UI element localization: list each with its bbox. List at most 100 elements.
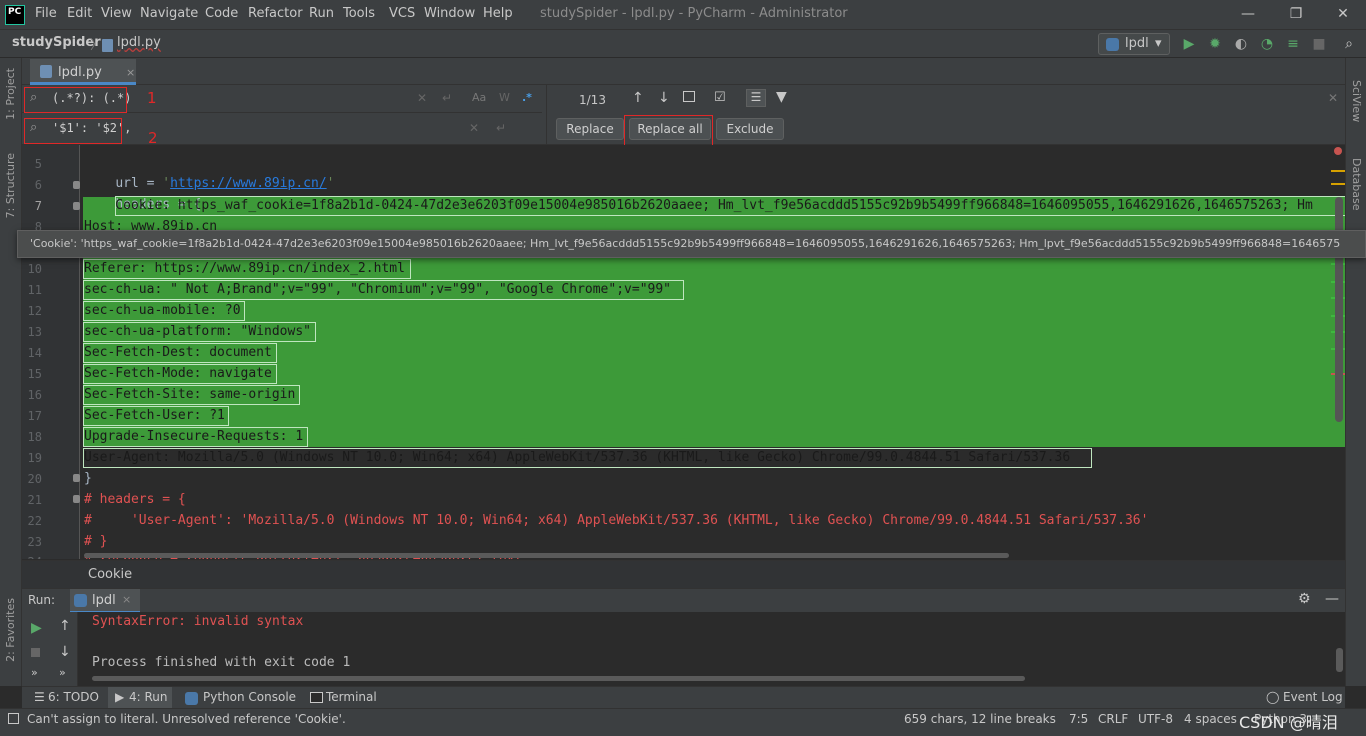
- more-icon[interactable]: »: [59, 666, 66, 679]
- breadcrumb-project[interactable]: studySpider: [12, 35, 101, 50]
- fold-marker-icon[interactable]: [73, 474, 80, 482]
- todo-tool-button[interactable]: 6: TODO: [48, 690, 99, 704]
- run-config-name: lpdl: [1125, 36, 1149, 51]
- code-editor[interactable]: 5 6 7 8 10 11 12 13 14 15 16 17 18 19 20…: [22, 145, 1345, 559]
- python-icon: [74, 594, 87, 607]
- fold-marker-icon[interactable]: [73, 495, 80, 503]
- editor-breadcrumb-item[interactable]: Cookie: [88, 567, 132, 582]
- menu-code[interactable]: Code: [205, 6, 238, 21]
- close-window-button[interactable]: ✕: [1323, 3, 1363, 25]
- menu-refactor[interactable]: Refactor: [248, 6, 303, 21]
- editor-breadcrumb-bar: Cookie: [22, 560, 1345, 588]
- python-console-tool-button[interactable]: Python Console: [203, 690, 296, 704]
- console-error-line: SyntaxError: invalid syntax: [92, 614, 304, 629]
- previous-occurrence-icon[interactable]: ↑: [632, 90, 644, 106]
- terminal-tool-button[interactable]: Terminal: [326, 690, 377, 704]
- editor-tab-bar: lpdl.py ×: [22, 58, 1345, 85]
- close-tab-icon[interactable]: ×: [126, 66, 135, 79]
- status-line-separator[interactable]: CRLF: [1098, 712, 1128, 726]
- favorites-tool-button[interactable]: 2: Favorites: [4, 598, 17, 662]
- status-caret-position[interactable]: 7:5: [1069, 712, 1088, 726]
- search-everywhere-icon[interactable]: ⌕: [1341, 36, 1357, 52]
- concurrency-icon[interactable]: ≡: [1285, 36, 1301, 52]
- filter-icon[interactable]: ▼: [776, 89, 787, 105]
- terminal-icon: [310, 692, 323, 703]
- tool-windows-toggle-icon[interactable]: [8, 713, 19, 724]
- match-box: [83, 322, 316, 342]
- console-scrollbar[interactable]: [1336, 648, 1343, 672]
- match-box: [115, 196, 1345, 216]
- event-log-tool-button[interactable]: Event Log: [1283, 690, 1343, 704]
- new-line-icon[interactable]: ↵: [496, 121, 506, 135]
- settings-gear-icon[interactable]: ⚙: [1298, 591, 1311, 607]
- maximize-button[interactable]: ❐: [1276, 3, 1316, 25]
- breadcrumb-file[interactable]: lpdl.py: [117, 35, 161, 50]
- close-find-icon[interactable]: ✕: [1328, 91, 1338, 105]
- stop-icon[interactable]: [31, 648, 40, 657]
- run-tab-label: lpdl: [92, 593, 116, 608]
- rerun-icon[interactable]: ▶: [31, 620, 42, 636]
- line-number: 21: [27, 493, 42, 507]
- error-indicator-icon[interactable]: [1334, 147, 1342, 155]
- menu-run[interactable]: Run: [309, 6, 334, 21]
- select-all-occurrences-icon[interactable]: [683, 91, 695, 102]
- console-horizontal-scrollbar[interactable]: [92, 676, 1025, 681]
- menu-vcs[interactable]: VCS: [389, 6, 415, 21]
- horizontal-scrollbar[interactable]: [84, 553, 1009, 558]
- minimize-button[interactable]: —: [1228, 3, 1268, 25]
- run-console[interactable]: ▶ ↑ ↓ » » SyntaxError: invalid syntax Pr…: [22, 612, 1345, 686]
- editor-tab-lpdl[interactable]: lpdl.py ×: [30, 59, 136, 85]
- menu-edit[interactable]: Edit: [67, 6, 92, 21]
- warning-mark[interactable]: [1331, 170, 1345, 172]
- clear-replace-icon[interactable]: ✕: [469, 121, 479, 135]
- exclude-button[interactable]: Exclude: [716, 118, 784, 140]
- project-tool-button[interactable]: 1: Project: [4, 68, 17, 120]
- right-tool-strip: SciView Database: [1345, 58, 1366, 686]
- run-tab-lpdl[interactable]: lpdl ×: [70, 589, 140, 613]
- sciview-tool-button[interactable]: SciView: [1350, 80, 1363, 122]
- menu-help[interactable]: Help: [483, 6, 513, 21]
- filter-search-icon[interactable]: ☑: [714, 90, 726, 105]
- structure-tool-button[interactable]: 7: Structure: [4, 153, 17, 218]
- database-tool-button[interactable]: Database: [1350, 158, 1363, 211]
- more-icon[interactable]: »: [31, 666, 38, 679]
- match-box: [83, 343, 277, 363]
- chevron-down-icon: ▾: [1155, 36, 1162, 51]
- line-number: 23: [27, 535, 42, 549]
- minimize-panel-icon[interactable]: —: [1325, 591, 1339, 607]
- close-tab-icon[interactable]: ×: [122, 593, 131, 606]
- match-count: 1/13: [579, 93, 606, 107]
- menu-navigate[interactable]: Navigate: [140, 6, 198, 21]
- editor-tab-label: lpdl.py: [58, 65, 102, 80]
- regex-toggle[interactable]: .*: [522, 91, 532, 104]
- status-indent[interactable]: 4 spaces: [1184, 712, 1237, 726]
- replace-button[interactable]: Replace: [556, 118, 624, 140]
- menu-view[interactable]: View: [101, 6, 132, 21]
- fold-marker-icon[interactable]: [73, 181, 80, 189]
- coverage-icon[interactable]: ◐: [1233, 36, 1249, 52]
- line-number: 16: [27, 388, 42, 402]
- whole-words-toggle[interactable]: W: [499, 91, 510, 104]
- next-occurrence-icon[interactable]: ↓: [658, 90, 670, 106]
- menu-file[interactable]: File: [35, 6, 57, 21]
- in-selection-toggle[interactable]: ☰: [746, 89, 766, 107]
- error-stripe[interactable]: [1331, 145, 1345, 559]
- clear-search-icon[interactable]: ✕: [417, 91, 427, 105]
- stop-icon[interactable]: ■: [1311, 36, 1327, 52]
- code-token: ': [326, 176, 335, 191]
- match-box: [83, 364, 277, 384]
- menu-window[interactable]: Window: [424, 6, 475, 21]
- status-encoding[interactable]: UTF-8: [1138, 712, 1173, 726]
- new-line-icon[interactable]: ↵: [442, 91, 452, 105]
- debug-icon[interactable]: ✹: [1207, 36, 1223, 52]
- run-configuration-select[interactable]: lpdl ▾: [1098, 33, 1170, 55]
- run-tool-button[interactable]: 4: Run: [129, 690, 168, 704]
- scroll-up-icon[interactable]: ↑: [59, 618, 71, 634]
- profile-icon[interactable]: ◔: [1259, 36, 1275, 52]
- menu-tools[interactable]: Tools: [343, 6, 375, 21]
- match-case-toggle[interactable]: Aa: [472, 91, 486, 104]
- run-icon[interactable]: ▶: [1181, 36, 1197, 52]
- scroll-down-icon[interactable]: ↓: [59, 644, 71, 660]
- fold-marker-icon[interactable]: [73, 202, 80, 210]
- warning-mark[interactable]: [1331, 183, 1345, 185]
